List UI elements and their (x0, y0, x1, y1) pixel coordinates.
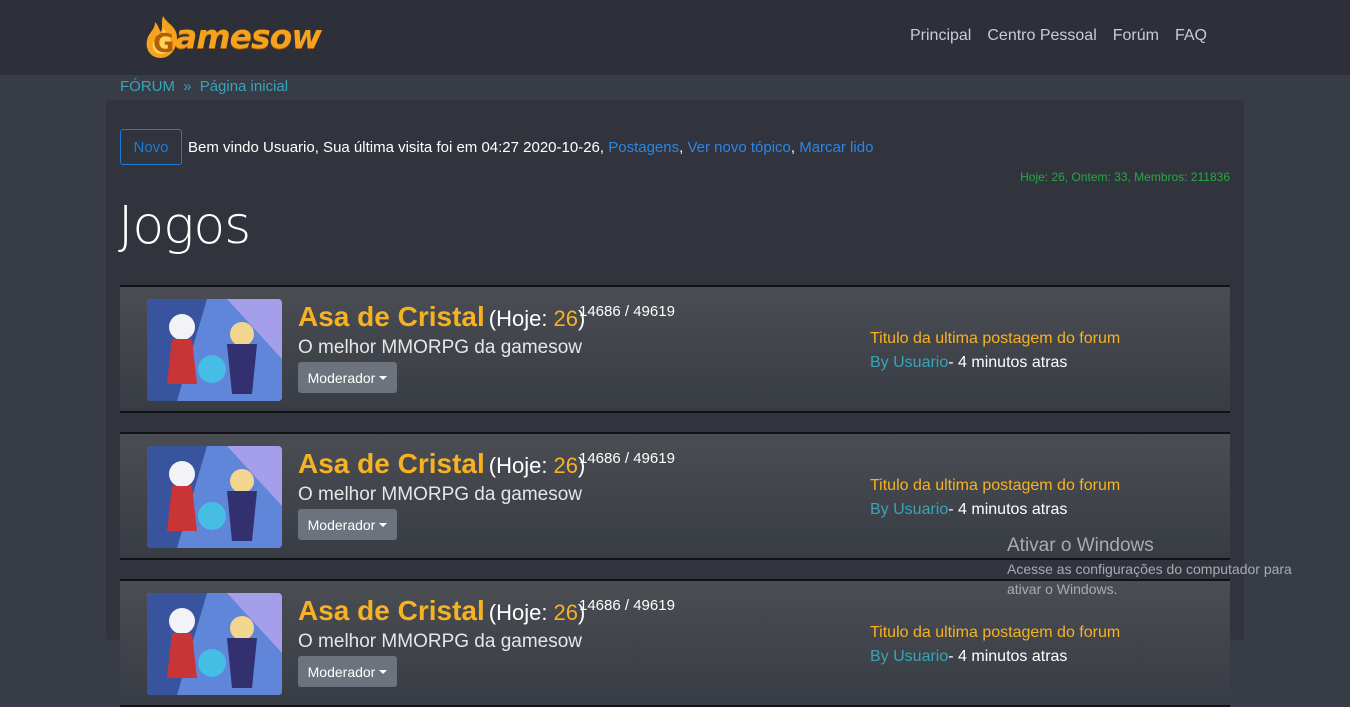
forum-description: O melhor MMORPG da gamesow (298, 631, 583, 652)
last-post-title[interactable]: Titulo da ultima postagem do forum (870, 330, 1120, 348)
forum-title: Asa de Cristal (Hoje: 26) (298, 448, 585, 480)
comma-separator: , (790, 138, 796, 156)
today-value: 26 (553, 453, 579, 478)
gamesow-logo[interactable]: G amesow (143, 12, 333, 60)
new-topic-button[interactable]: Novo (120, 129, 182, 165)
posts-link[interactable]: Postagens (608, 139, 679, 156)
nav-item-centro-pessoal[interactable]: Centro Pessoal (987, 27, 1096, 45)
windows-activation-watermark: Ativar o Windows Acesse as configurações… (1007, 535, 1317, 599)
last-post-by-prefix: By (870, 648, 894, 665)
moderator-label: Moderador (307, 369, 376, 386)
today-count: (Hoje: 26) (489, 600, 586, 626)
today-value: 26 (553, 306, 579, 331)
last-post-meta: By Usuario- 4 minutos atras (870, 354, 1067, 372)
today-label: (Hoje: (488, 306, 554, 331)
caret-down-icon (379, 669, 388, 674)
forum-stats: Hoje: 26, Ontem: 33, Membros: 211836 (1020, 170, 1230, 184)
flame-icon: G (143, 14, 179, 59)
breadcrumb: FÓRUM » Página inicial (120, 78, 288, 95)
last-post-by-prefix: By (870, 354, 894, 371)
today-value: 26 (553, 600, 579, 625)
last-post-meta: By Usuario- 4 minutos atras (870, 501, 1067, 519)
logo-wordmark: amesow (175, 16, 322, 56)
welcome-bar: Novo Bem vindo Usuario, Sua última visit… (120, 129, 873, 165)
moderator-dropdown[interactable]: Moderador (298, 656, 397, 687)
caret-down-icon (379, 375, 388, 380)
section-title: Jogos (118, 196, 251, 256)
forum-description: O melhor MMORPG da gamesow (298, 337, 583, 358)
today-count: (Hoje: 26) (489, 453, 586, 479)
moderator-dropdown[interactable]: Moderador (298, 509, 397, 540)
topic-post-counts: 14686 / 49619 (579, 597, 675, 614)
moderator-label: Moderador (307, 516, 376, 533)
last-post-user[interactable]: Usuario (893, 501, 948, 518)
nav-item-forum[interactable]: Forúm (1113, 27, 1159, 45)
nav-item-faq[interactable]: FAQ (1175, 27, 1207, 45)
last-post-by-prefix: By (870, 501, 894, 518)
forum-name-link[interactable]: Asa de Cristal (298, 595, 485, 627)
forum-thumbnail[interactable] (147, 446, 282, 548)
new-topic-link[interactable]: Ver novo tópico (687, 139, 790, 156)
breadcrumb-separator: » (183, 78, 192, 95)
breadcrumb-root[interactable]: FÓRUM (120, 78, 175, 95)
forum-title: Asa de Cristal (Hoje: 26) (298, 595, 585, 627)
nav-item-principal[interactable]: Principal (910, 27, 971, 45)
topic-post-counts: 14686 / 49619 (579, 303, 675, 320)
today-label: (Hoje: (488, 600, 554, 625)
last-post-meta: By Usuario- 4 minutos atras (870, 648, 1067, 666)
main-nav: Principal Centro Pessoal Forúm FAQ (910, 27, 1207, 45)
last-post-user[interactable]: Usuario (893, 648, 948, 665)
logo-letter: G (153, 29, 174, 59)
forum-name-link[interactable]: Asa de Cristal (298, 301, 485, 333)
caret-down-icon (379, 522, 388, 527)
last-post-time: - 4 minutos atras (948, 648, 1068, 665)
mark-read-link[interactable]: Marcar lido (799, 139, 873, 156)
last-post-title[interactable]: Titulo da ultima postagem do forum (870, 624, 1120, 642)
today-count: (Hoje: 26) (489, 306, 586, 332)
forum-name-link[interactable]: Asa de Cristal (298, 448, 485, 480)
welcome-text: Bem vindo Usuario, Sua última visita foi… (188, 138, 605, 156)
watermark-title: Ativar o Windows (1007, 535, 1154, 556)
forum-thumbnail[interactable] (147, 299, 282, 401)
forum-row: Asa de Cristal (Hoje: 26) 14686 / 49619 … (120, 285, 1230, 413)
watermark-body: Acesse as configurações do computador pa… (1007, 561, 1292, 597)
last-post-time: - 4 minutos atras (948, 501, 1068, 518)
forum-description: O melhor MMORPG da gamesow (298, 484, 583, 505)
moderator-dropdown[interactable]: Moderador (298, 362, 397, 393)
topic-post-counts: 14686 / 49619 (579, 450, 675, 467)
breadcrumb-current[interactable]: Página inicial (200, 78, 288, 95)
comma-separator: , (679, 138, 684, 156)
last-post-time: - 4 minutos atras (948, 354, 1068, 371)
today-label: (Hoje: (488, 453, 554, 478)
forum-thumbnail[interactable] (147, 593, 282, 695)
last-post-user[interactable]: Usuario (893, 354, 948, 371)
last-post-title[interactable]: Titulo da ultima postagem do forum (870, 477, 1120, 495)
top-navbar: G amesow Principal Centro Pessoal Forúm … (0, 0, 1350, 75)
forum-title: Asa de Cristal (Hoje: 26) (298, 301, 585, 333)
moderator-label: Moderador (307, 663, 376, 680)
